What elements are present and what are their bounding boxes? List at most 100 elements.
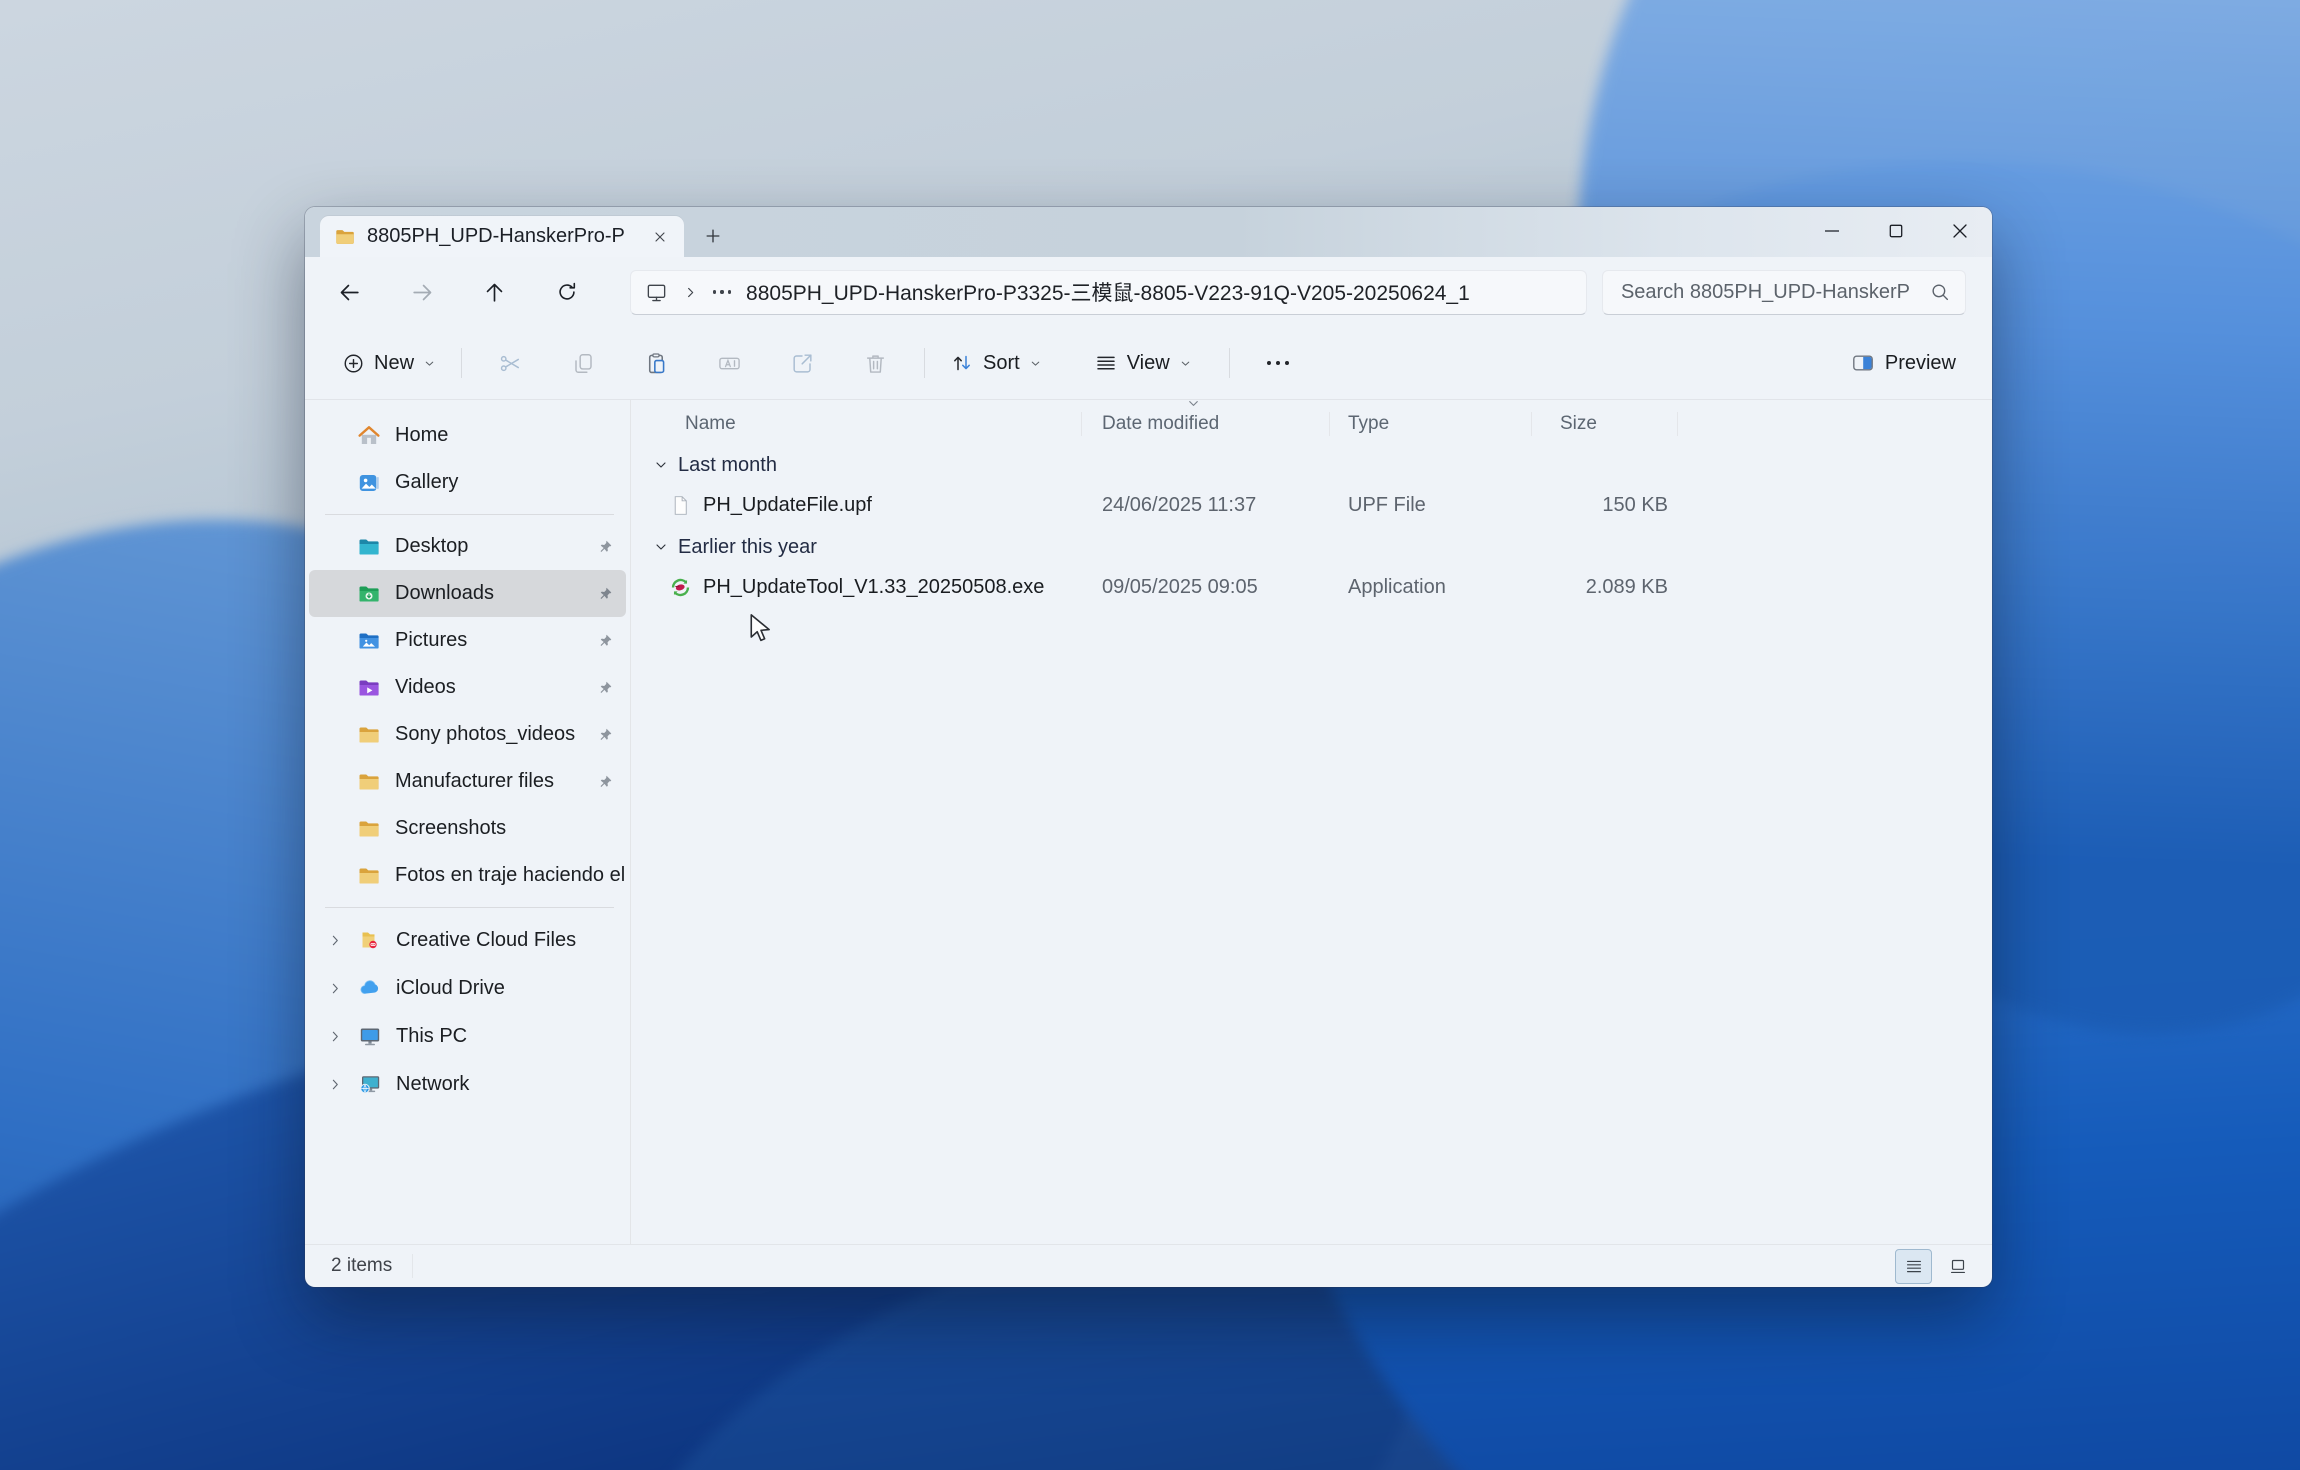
sidebar-item-label: Home [395,424,626,447]
file-row-ph-updatetool[interactable]: PH_UpdateTool_V1.33_20250508.exe 09/05/2… [647,566,1992,608]
command-toolbar: New Sort [305,327,1992,400]
sidebar-item-this-pc[interactable]: This PC [309,1012,626,1060]
sidebar-item-pictures[interactable]: Pictures [309,617,626,664]
delete-button[interactable] [852,341,899,385]
sort-button-label: Sort [983,352,1020,375]
sidebar-item-label: Fotos en traje haciendo el idi [395,864,626,887]
search-input[interactable] [1619,280,1929,305]
navigation-bar: 8805PH_UPD-HanskerPro-P3325-三模鼠-8805-V22… [305,257,1992,327]
group-header-earlier-this-year[interactable]: Earlier this year [647,528,1992,566]
sort-button[interactable]: Sort [937,341,1055,385]
icloud-icon [358,976,382,1000]
status-bar: 2 items [305,1244,1992,1287]
folder-downloads-icon [357,582,381,606]
address-bar[interactable]: 8805PH_UPD-HanskerPro-P3325-三模鼠-8805-V22… [630,270,1587,315]
copy-button[interactable] [560,341,607,385]
sidebar-item-home[interactable]: Home [309,412,626,459]
up-button[interactable] [472,270,517,314]
pin-icon [597,679,614,696]
folder-icon [357,817,381,841]
status-divider [412,1254,413,1278]
upf-file-icon [669,494,692,517]
sidebar-item-creative-cloud-files[interactable]: Creative Cloud Files [309,916,626,964]
column-header-date-modified[interactable]: Date modified [1082,412,1330,436]
sidebar-item-icloud-drive[interactable]: iCloud Drive [309,964,626,1012]
group-label: Last month [678,454,777,477]
sidebar-item-label: Manufacturer files [395,770,583,793]
column-header-size[interactable]: Size [1532,412,1678,436]
new-tab-button[interactable] [694,217,732,255]
file-row-ph-updatefile[interactable]: PH_UpdateFile.upf 24/06/2025 11:37 UPF F… [647,484,1992,526]
file-name: PH_UpdateFile.upf [703,494,872,517]
large-thumbnails-view-toggle[interactable] [1939,1249,1976,1284]
exe-updater-icon [669,576,692,599]
breadcrumb-chevron-icon[interactable] [683,285,698,300]
forward-button[interactable] [399,270,444,314]
chevron-right-icon[interactable] [327,980,344,997]
tab-close-button[interactable] [646,223,674,251]
sidebar-item-downloads[interactable]: Downloads [309,570,626,617]
explorer-tab[interactable]: 8805PH_UPD-HanskerPro-P [320,216,684,257]
sidebar-item-label: Pictures [395,629,583,652]
sort-descending-icon [1186,396,1201,411]
sidebar-item-label: Gallery [395,471,626,494]
sidebar-item-screenshots[interactable]: Screenshots [309,805,626,852]
search-icon[interactable] [1929,281,1951,303]
back-button[interactable] [327,270,372,314]
sidebar-item-label: Network [396,1073,626,1096]
column-header-type[interactable]: Type [1330,412,1532,436]
chevron-right-icon[interactable] [327,1028,344,1045]
explorer-content: Home Gallery Desktop [305,400,1992,1244]
address-path-text[interactable]: 8805PH_UPD-HanskerPro-P3325-三模鼠-8805-V22… [746,277,1470,307]
paste-button[interactable] [633,341,680,385]
sidebar-item-network[interactable]: Network [309,1060,626,1108]
pin-icon [597,585,614,602]
file-size: 2.089 KB [1532,576,1678,599]
sidebar-item-label: This PC [396,1025,626,1048]
more-options-button[interactable] [1255,341,1302,385]
breadcrumb-overflow-icon[interactable] [713,290,731,293]
group-header-last-month[interactable]: Last month [647,446,1992,484]
sidebar-item-desktop[interactable]: Desktop [309,523,626,570]
chevron-down-icon[interactable] [653,457,669,473]
this-pc-monitor-icon[interactable] [645,281,668,304]
chevron-down-icon [423,357,436,370]
file-size: 150 KB [1532,494,1678,517]
rename-button[interactable] [706,341,753,385]
folder-icon [334,226,356,248]
file-type: UPF File [1330,494,1532,517]
toolbar-separator [924,348,925,378]
window-controls [1800,207,1992,254]
sidebar-item-label: Downloads [395,582,583,605]
minimize-button[interactable] [1800,207,1864,254]
chevron-right-icon[interactable] [327,1076,344,1093]
maximize-button[interactable] [1864,207,1928,254]
more-options-icon [1267,361,1289,365]
new-button[interactable]: New [329,341,449,385]
sidebar-item-manufacturer-files[interactable]: Manufacturer files [309,758,626,805]
sidebar-item-gallery[interactable]: Gallery [309,459,626,506]
details-view-toggle[interactable] [1895,1249,1932,1284]
view-button[interactable]: View [1081,341,1205,385]
plus-circle-icon [342,352,365,375]
column-header-name[interactable]: Name [647,412,1082,436]
file-date-modified: 09/05/2025 09:05 [1082,576,1330,599]
search-box[interactable] [1602,270,1966,315]
sidebar-item-label: Screenshots [395,817,626,840]
close-button[interactable] [1928,207,1992,254]
refresh-button[interactable] [544,270,589,314]
share-button[interactable] [779,341,826,385]
file-name: PH_UpdateTool_V1.33_20250508.exe [703,576,1044,599]
sidebar-item-sony-photos-videos[interactable]: Sony photos_videos [309,711,626,758]
preview-pane-icon [1851,351,1875,375]
chevron-right-icon[interactable] [327,932,344,949]
pin-icon [597,632,614,649]
preview-button[interactable]: Preview [1839,341,1968,385]
cut-button[interactable] [487,341,534,385]
sort-arrows-icon [950,351,974,375]
sidebar-item-videos[interactable]: Videos [309,664,626,711]
chevron-down-icon[interactable] [653,539,669,555]
sidebar-divider [325,514,614,515]
sidebar-item-label: Videos [395,676,583,699]
sidebar-item-fotos-en-traje[interactable]: Fotos en traje haciendo el idi [309,852,626,899]
